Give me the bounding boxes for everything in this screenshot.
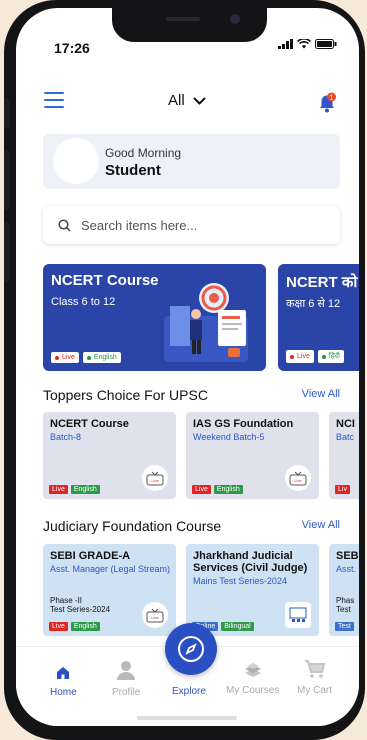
search-placeholder: Search items here... xyxy=(81,217,198,233)
course-title: IAS GS Foundation xyxy=(193,418,294,430)
battery-icon xyxy=(315,39,337,49)
volume-up-button xyxy=(4,150,10,210)
nav-home[interactable]: Home xyxy=(50,665,77,698)
menu-icon[interactable] xyxy=(44,92,64,113)
course-card[interactable]: NCI Batc Liv xyxy=(329,412,359,499)
explore-button[interactable] xyxy=(165,623,217,675)
home-icon xyxy=(57,667,70,679)
language-tag: English xyxy=(70,485,100,494)
live-tag: Liv xyxy=(335,485,350,494)
greeting-text: Good Morning xyxy=(105,146,182,160)
course-subtitle: Batch-8 xyxy=(50,432,82,442)
nav-my-courses-label: My Courses xyxy=(226,685,280,696)
nav-profile[interactable]: Profile xyxy=(112,659,140,698)
mode-tag: Test xyxy=(335,622,354,631)
course-row: SEBI GRADE-A Asst. Manager (Legal Stream… xyxy=(43,544,359,636)
live-tag: Live xyxy=(51,352,79,363)
live-tag: Live xyxy=(192,485,211,494)
banner-subtitle: कक्षा 6 से 12 xyxy=(286,298,341,310)
live-tag: Live xyxy=(286,350,314,363)
language-tag: English xyxy=(82,352,121,363)
notch xyxy=(112,8,267,42)
course-card[interactable]: IAS GS Foundation Weekend Batch-5 Live E… xyxy=(186,412,319,499)
banner-subtitle: Class 6 to 12 xyxy=(51,296,116,308)
section-title: Judiciary Foundation Course xyxy=(43,518,222,534)
svg-text:Live: Live xyxy=(151,615,159,620)
compass-icon xyxy=(178,636,204,662)
classroom-icon xyxy=(285,602,311,628)
banner-title: NCERT को xyxy=(286,274,358,291)
nav-my-courses[interactable]: My Courses xyxy=(226,661,279,696)
live-tv-icon: Live xyxy=(142,465,168,491)
phone-frame: 17:26 All 1 Good Morning Student Search … xyxy=(4,0,365,740)
course-phase: Phas xyxy=(336,596,355,605)
signal-icon xyxy=(278,39,293,49)
course-card[interactable]: SEB Asst. Phas Test Test xyxy=(329,544,359,636)
course-title: NCERT Course xyxy=(50,418,129,430)
nav-my-cart[interactable]: My Cart xyxy=(297,659,332,696)
course-card[interactable]: NCERT Course Batch-8 Live English Live xyxy=(43,412,176,499)
nav-my-cart-label: My Cart xyxy=(297,685,332,696)
banner-carousel[interactable]: NCERT Course Class 6 to 12 Live English … xyxy=(43,264,359,371)
avatar[interactable] xyxy=(53,138,99,184)
app-screen: 17:26 All 1 Good Morning Student Search … xyxy=(16,8,359,726)
banner-card[interactable]: NCERT Course Class 6 to 12 Live English xyxy=(43,264,266,371)
cart-icon xyxy=(304,660,325,678)
language-tag: English xyxy=(70,622,100,631)
nav-explore[interactable]: Explore xyxy=(172,686,206,697)
bell-icon: 1 xyxy=(320,92,336,113)
section-title: Toppers Choice For UPSC xyxy=(43,387,208,403)
notification-count: 1 xyxy=(330,95,334,102)
svg-text:Live: Live xyxy=(294,478,302,483)
notification-button[interactable]: 1 xyxy=(317,92,337,119)
filter-label: All xyxy=(168,92,185,109)
profile-icon xyxy=(117,661,136,680)
nav-explore-label: Explore xyxy=(172,686,206,697)
course-subtitle: Weekend Batch-5 xyxy=(193,432,265,442)
course-series: Test xyxy=(336,605,351,614)
course-title: Jharkhand Judicial Services (Civil Judge… xyxy=(193,550,308,574)
status-time: 17:26 xyxy=(54,40,90,56)
course-title: SEBI GRADE-A xyxy=(50,550,131,562)
course-subtitle: Asst. Manager (Legal Stream) xyxy=(50,564,171,574)
view-all-link[interactable]: View All xyxy=(302,388,340,400)
course-row: NCERT Course Batch-8 Live English Live I… xyxy=(43,412,359,499)
view-all-link[interactable]: View All xyxy=(302,519,340,531)
language-tag: English xyxy=(213,485,243,494)
course-card[interactable]: SEBI GRADE-A Asst. Manager (Legal Stream… xyxy=(43,544,176,636)
wifi-icon xyxy=(297,39,311,49)
course-subtitle: Asst. xyxy=(336,564,357,574)
mute-switch xyxy=(4,98,10,128)
nav-home-label: Home xyxy=(50,687,77,698)
language-tag: Bilingual xyxy=(221,622,254,631)
category-filter-dropdown[interactable]: All xyxy=(168,92,206,109)
banner-title: NCERT Course xyxy=(51,272,159,289)
course-title: SEB xyxy=(336,550,359,562)
course-title: NCI xyxy=(336,418,355,430)
banner-card[interactable]: NCERT को कक्षा 6 से 12 Live हिंदी xyxy=(278,264,359,371)
live-tag: Live xyxy=(49,622,68,631)
nav-profile-label: Profile xyxy=(112,687,141,698)
chevron-down-icon xyxy=(192,96,206,105)
search-input[interactable]: Search items here... xyxy=(43,206,340,244)
user-name: Student xyxy=(105,162,161,179)
app-header: All 1 xyxy=(16,86,359,116)
language-tag: हिंदी xyxy=(317,350,344,363)
course-subtitle: Batc xyxy=(336,432,355,442)
course-series: Test Series-2024 xyxy=(50,605,111,614)
live-tv-icon: Live xyxy=(142,602,168,628)
course-subtitle: Mains Test Series-2024 xyxy=(193,576,287,586)
greeting-card: Good Morning Student xyxy=(43,134,340,189)
books-icon xyxy=(244,663,261,677)
course-card[interactable]: Jharkhand Judicial Services (Civil Judge… xyxy=(186,544,319,636)
live-tv-icon: Live xyxy=(285,465,311,491)
course-phase: Phase -II xyxy=(50,596,83,605)
svg-text:Live: Live xyxy=(151,478,159,483)
volume-down-button xyxy=(4,222,10,282)
search-icon xyxy=(58,218,71,232)
bottom-navigation: Home Profile Explore My Courses My Cart xyxy=(16,623,359,726)
home-indicator xyxy=(137,716,237,720)
live-tag: Live xyxy=(49,485,68,494)
teacher-illustration xyxy=(164,283,248,362)
